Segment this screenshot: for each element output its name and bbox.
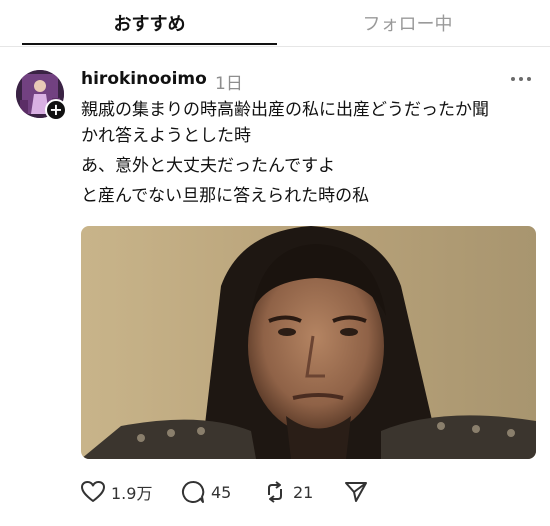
reply-count: 45 xyxy=(211,482,232,502)
repost-count: 21 xyxy=(293,482,314,502)
reply-button[interactable]: 45 xyxy=(181,478,231,506)
feed-tabs: おすすめ フォロー中 xyxy=(0,0,550,48)
post-username[interactable]: hirokinooimo xyxy=(81,69,207,89)
active-tab-indicator xyxy=(22,43,277,45)
heart-icon xyxy=(81,481,105,503)
repost-icon xyxy=(263,480,287,504)
tab-recommended[interactable]: おすすめ xyxy=(22,10,277,36)
comment-icon xyxy=(181,480,205,504)
post-text-line: かれ答えようとした時 xyxy=(81,126,251,146)
like-count: 1.9万 xyxy=(111,484,153,503)
post-text-line: と産んでない旦那に答えられた時の私 xyxy=(81,186,370,206)
post-time: 1日 xyxy=(215,74,243,94)
share-button[interactable] xyxy=(344,478,368,506)
like-button[interactable]: 1.9万 xyxy=(81,478,152,506)
repost-button[interactable]: 21 xyxy=(263,478,313,506)
follow-plus-icon[interactable]: + xyxy=(45,99,67,121)
post-text-line: あ、意外と大丈夫だったんですよ xyxy=(81,156,336,176)
post-actions: 1.9万 45 21 xyxy=(81,478,381,506)
more-dots-icon[interactable] xyxy=(510,72,532,86)
tabs-divider xyxy=(0,46,550,47)
post-image[interactable] xyxy=(81,226,536,459)
tab-following[interactable]: フォロー中 xyxy=(285,10,530,36)
post-text-line: 親戚の集まりの時高齢出産の私に出産どうだったか聞 xyxy=(81,100,489,120)
post-text: 親戚の集まりの時高齢出産の私に出産どうだったか聞 かれ答えようとした時 あ、意外… xyxy=(81,97,541,209)
send-icon xyxy=(344,480,368,504)
